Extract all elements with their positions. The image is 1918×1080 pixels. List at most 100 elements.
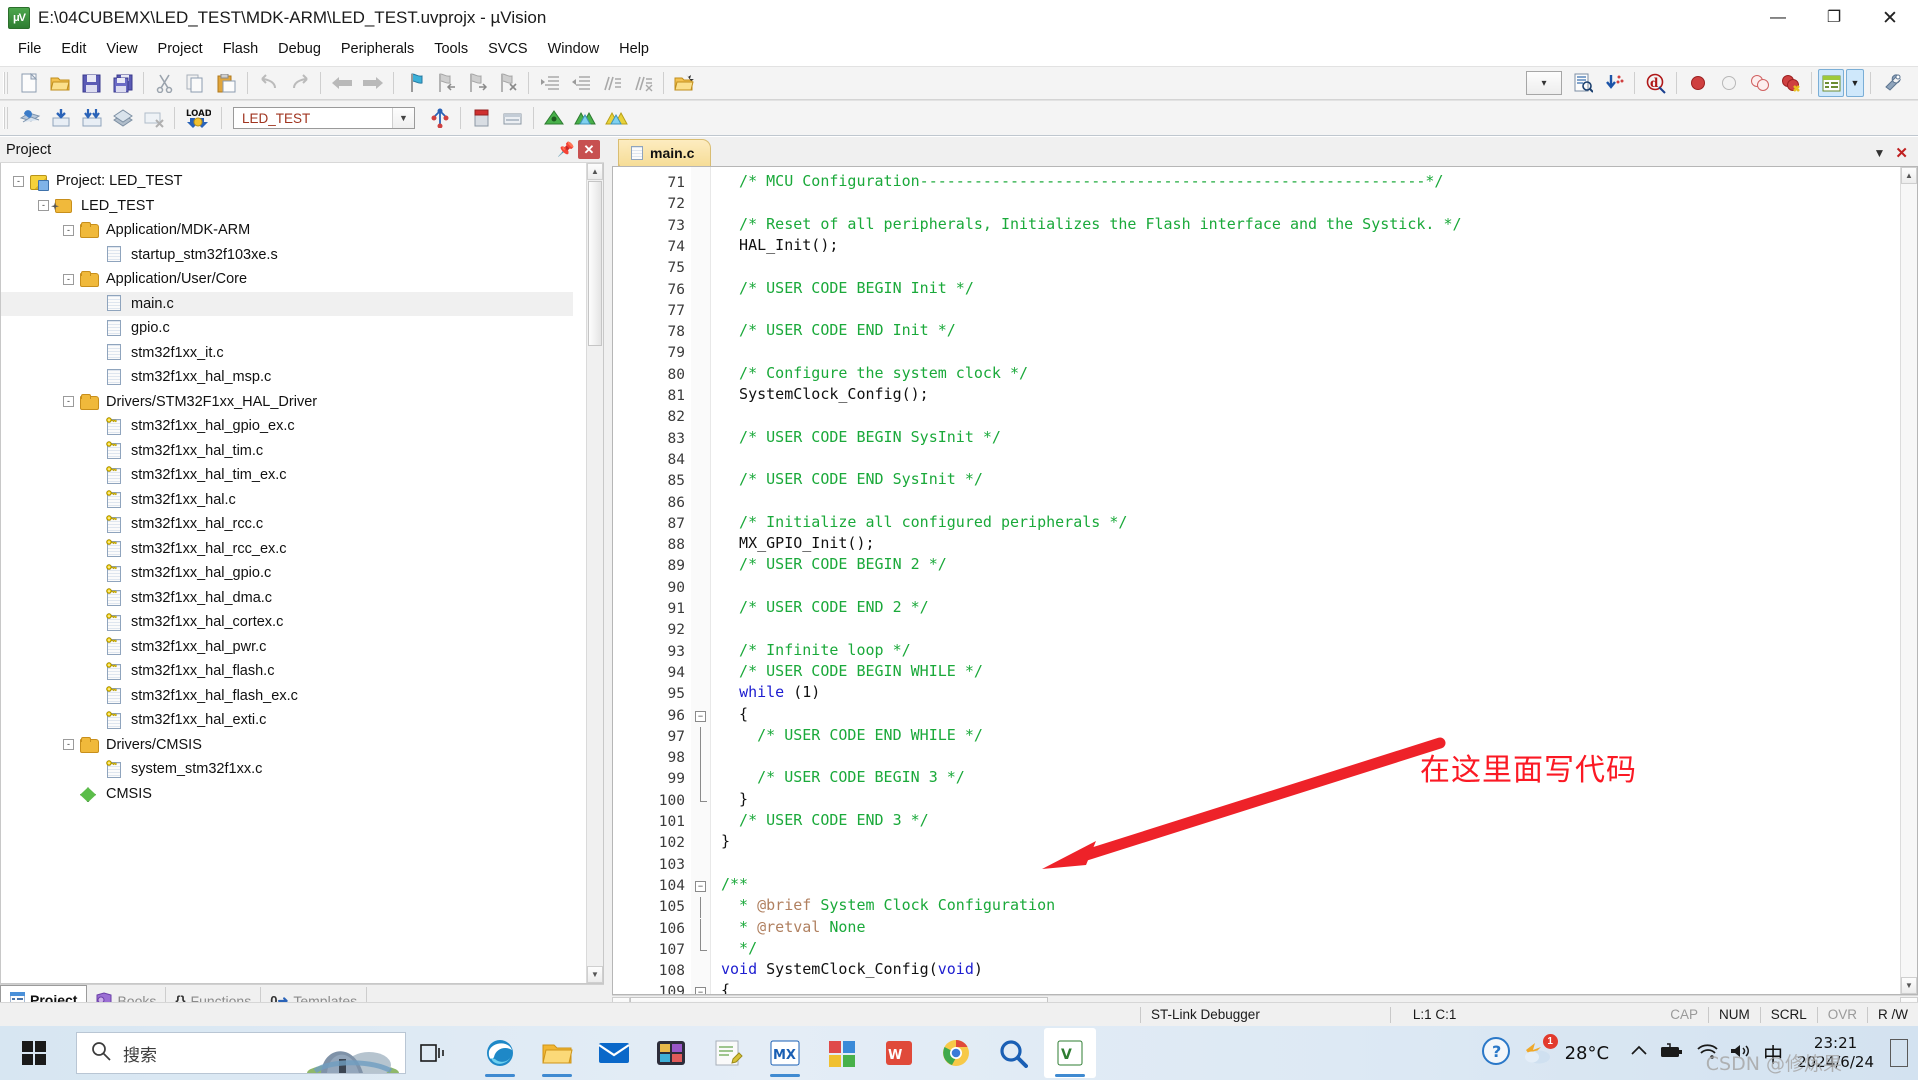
code-line[interactable]: /* USER CODE END 2 */ — [721, 597, 929, 618]
copy-icon[interactable] — [181, 69, 210, 97]
code-line[interactable]: * @brief System Clock Configuration — [721, 895, 1055, 916]
code-line[interactable]: /* MCU Configuration--------------------… — [721, 171, 1443, 192]
weather-icon[interactable]: 1 — [1521, 1033, 1558, 1070]
manage-runtime-env-icon[interactable] — [467, 104, 496, 132]
translate-icon[interactable] — [15, 104, 44, 132]
tree-item[interactable]: main.c — [1, 291, 573, 316]
keil-uvision-icon[interactable]: V — [1044, 1028, 1096, 1078]
code-line[interactable]: MX_GPIO_Init(); — [721, 533, 874, 554]
tree-item[interactable]: - Application/MDK-ARM — [1, 218, 573, 243]
code-line[interactable]: while (1) — [721, 682, 820, 703]
menu-peripherals[interactable]: Peripherals — [331, 38, 424, 60]
comment-icon[interactable] — [597, 69, 626, 97]
navigate-back-icon[interactable] — [327, 69, 356, 97]
tree-item[interactable]: stm32f1xx_hal_tim_ex.c — [1, 463, 573, 488]
tree-item[interactable]: gpio.c — [1, 316, 573, 341]
tree-item[interactable]: stm32f1xx_it.c — [1, 341, 573, 366]
scroll-down-arrow[interactable]: ▼ — [1901, 977, 1917, 994]
code-line[interactable]: /** — [721, 874, 748, 895]
code-line[interactable]: HAL_Init(); — [721, 235, 838, 256]
photos-icon[interactable] — [645, 1028, 697, 1078]
tree-expander-icon[interactable]: - — [63, 396, 74, 408]
code-line[interactable]: /* USER CODE BEGIN WHILE */ — [721, 661, 983, 682]
tree-item[interactable]: stm32f1xx_hal_exti.c — [1, 708, 573, 733]
vscode-extensions-icon[interactable] — [816, 1028, 868, 1078]
code-line[interactable]: /* Configure the system clock */ — [721, 363, 1028, 384]
software-packs-icon[interactable] — [540, 104, 569, 132]
code-line[interactable]: { — [721, 980, 730, 994]
insert-breakpoint-icon[interactable] — [1683, 69, 1712, 97]
outdent-icon[interactable] — [566, 69, 595, 97]
code-line[interactable]: */ — [721, 938, 757, 959]
windows-start-icon[interactable] — [0, 1026, 68, 1080]
toolbar-grip[interactable] — [3, 107, 10, 129]
scroll-thumb[interactable] — [588, 181, 602, 346]
tree-item[interactable]: stm32f1xx_hal_flash_ex.c — [1, 684, 573, 709]
find-combo[interactable]: ▾ — [1526, 71, 1562, 95]
find-in-files-icon[interactable] — [1568, 69, 1597, 97]
debug-icon[interactable]: d — [1641, 69, 1670, 97]
open-document-icon[interactable] — [670, 69, 699, 97]
redo-icon[interactable] — [285, 69, 314, 97]
code-line[interactable]: /* USER CODE END 3 */ — [721, 810, 929, 831]
indent-icon[interactable] — [535, 69, 564, 97]
code-folding-gutter[interactable]: − − − — [691, 167, 711, 994]
tree-item[interactable]: stm32f1xx_hal_gpio_ex.c — [1, 414, 573, 439]
menu-debug[interactable]: Debug — [268, 38, 331, 60]
pack-installer-icon[interactable] — [498, 104, 527, 132]
target-selector[interactable]: LED_TEST ▼ — [233, 107, 415, 129]
battery-icon[interactable] — [1659, 1042, 1685, 1065]
code-line[interactable]: /* USER CODE BEGIN 3 */ — [721, 767, 965, 788]
tree-item[interactable]: stm32f1xx_hal_pwr.c — [1, 635, 573, 660]
menu-edit[interactable]: Edit — [51, 38, 96, 60]
toolbar-grip[interactable] — [3, 72, 10, 94]
tree-item[interactable]: - Project: LED_TEST — [1, 169, 573, 194]
panel-splitter[interactable] — [604, 137, 612, 1014]
tree-item[interactable]: startup_stm32f103xe.s — [1, 243, 573, 268]
pin-icon[interactable]: 📌 — [556, 141, 576, 158]
tree-expander-icon[interactable]: - — [63, 224, 74, 236]
code-viewport[interactable]: /* MCU Configuration--------------------… — [711, 167, 1917, 994]
code-line[interactable]: /* Reset of all peripherals, Initializes… — [721, 214, 1461, 235]
project-tree-scrollbar[interactable]: ▲ ▼ — [586, 163, 603, 983]
search-everything-icon[interactable] — [987, 1028, 1039, 1078]
incremental-find-icon[interactable] — [1599, 69, 1628, 97]
code-line[interactable]: /* Infinite loop */ — [721, 640, 911, 661]
new-file-icon[interactable] — [15, 69, 44, 97]
tree-item[interactable]: - LED_TEST — [1, 194, 573, 219]
configure-icon[interactable] — [1877, 69, 1906, 97]
batch-build-icon[interactable] — [108, 104, 137, 132]
tree-item[interactable]: stm32f1xx_hal.c — [1, 488, 573, 513]
scroll-up-arrow[interactable]: ▲ — [587, 163, 603, 180]
minimize-button[interactable]: — — [1750, 0, 1806, 36]
tree-item[interactable]: stm32f1xx_hal_msp.c — [1, 365, 573, 390]
maximize-button[interactable]: ❐ — [1806, 0, 1862, 36]
file-explorer-icon[interactable] — [531, 1028, 583, 1078]
tree-item[interactable]: stm32f1xx_hal_rcc_ex.c — [1, 537, 573, 562]
code-line[interactable]: void SystemClock_Config(void) — [721, 959, 983, 980]
code-editor[interactable]: 71 72 73 74 75 76 77 78 79 80 81 82 83 84 85 86 87 88 89 90… — [612, 166, 1918, 995]
tree-item[interactable]: stm32f1xx_hal_tim.c — [1, 439, 573, 464]
project-window-icon[interactable] — [1818, 69, 1844, 97]
cut-icon[interactable] — [150, 69, 179, 97]
code-line[interactable]: /* USER CODE END WHILE */ — [721, 725, 983, 746]
fold-toggle-icon[interactable]: − — [695, 880, 706, 892]
chevron-down-icon[interactable]: ▼ — [392, 108, 414, 128]
chevron-down-icon[interactable]: ▼ — [1846, 69, 1864, 97]
menu-view[interactable]: View — [96, 38, 147, 60]
editor-tab-dropdown-icon[interactable]: ▼ — [1874, 146, 1886, 160]
editor-tab-main-c[interactable]: main.c — [618, 139, 712, 166]
save-all-icon[interactable] — [108, 69, 137, 97]
scroll-down-arrow[interactable]: ▼ — [587, 966, 603, 983]
code-line[interactable]: } — [721, 831, 730, 852]
code-line[interactable]: * @retval None — [721, 917, 865, 938]
stop-build-icon[interactable] — [139, 104, 168, 132]
rebuild-icon[interactable] — [77, 104, 106, 132]
close-icon[interactable]: ✕ — [578, 140, 600, 159]
save-icon[interactable] — [77, 69, 106, 97]
download-icon[interactable]: LOAD — [181, 104, 215, 132]
tree-item[interactable]: stm32f1xx_hal_rcc.c — [1, 512, 573, 537]
tree-expander-icon[interactable]: - — [38, 200, 49, 212]
menu-help[interactable]: Help — [609, 38, 659, 60]
wps-icon[interactable]: W — [873, 1028, 925, 1078]
